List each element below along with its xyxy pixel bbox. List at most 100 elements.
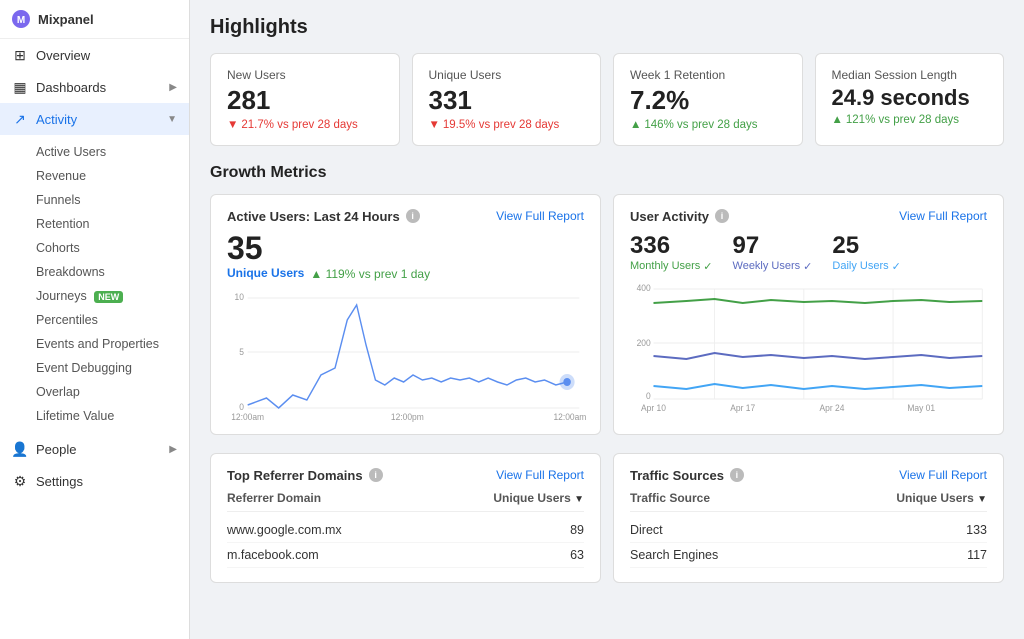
sidebar-sub-active-users[interactable]: Active Users — [36, 140, 189, 164]
highlight-unique-users-trend: ▼ 19.5% vs prev 28 days — [429, 119, 585, 131]
active-users-sub: Unique Users ▲ 119% vs prev 1 day — [227, 266, 584, 282]
activity-submenu: Active Users Revenue Funnels Retention C… — [0, 135, 189, 433]
active-users-trend: ▲ 119% vs prev 1 day — [310, 267, 430, 281]
referrer-row2-domain: m.facebook.com — [227, 548, 319, 562]
referrer-row1-users: 89 — [570, 523, 584, 537]
traffic-title: Traffic Sources — [630, 468, 724, 483]
bottom-row: Top Referrer Domains i View Full Report … — [210, 453, 1004, 583]
svg-text:May 01: May 01 — [907, 402, 935, 412]
trend-arrow-down: ▼ — [227, 119, 238, 131]
ua-daily-value: 25 — [832, 232, 900, 260]
highlight-new-users-label: New Users — [227, 68, 383, 82]
referrer-title: Top Referrer Domains — [227, 468, 363, 483]
referrer-row2-users: 63 — [570, 548, 584, 562]
active-users-view-report[interactable]: View Full Report — [496, 209, 584, 223]
logo: M Mixpanel — [0, 0, 189, 39]
user-activity-chart: 400 200 0 — [630, 281, 987, 411]
highlight-session-label: Median Session Length — [832, 68, 988, 82]
sidebar-item-activity[interactable]: ↗ Activity ▼ — [0, 103, 189, 135]
sidebar: M Mixpanel ⊞ Overview ▦ Dashboards ▶ ↗ A… — [0, 0, 190, 639]
sidebar-item-settings-label: Settings — [36, 474, 83, 489]
sidebar-item-dashboards[interactable]: ▦ Dashboards ▶ — [0, 71, 189, 103]
overview-icon: ⊞ — [12, 47, 28, 63]
traffic-info-icon[interactable]: i — [730, 468, 744, 482]
svg-text:0: 0 — [646, 390, 651, 400]
sidebar-item-settings[interactable]: ⚙ Settings — [0, 465, 189, 497]
trend-arrow-up: ▲ — [630, 119, 641, 131]
sidebar-sub-overlap[interactable]: Overlap — [36, 380, 189, 404]
ua-monthly-label: Monthly Users ✓ — [630, 260, 713, 273]
highlights-row: New Users 281 ▼ 21.7% vs prev 28 days Un… — [210, 53, 1004, 146]
user-activity-info-icon[interactable]: i — [715, 209, 729, 223]
referrer-table-header: Referrer Domain Unique Users ▼ — [227, 491, 584, 512]
svg-text:12:00am: 12:00am — [553, 411, 586, 421]
dashboards-icon: ▦ — [12, 79, 28, 95]
active-users-card: Active Users: Last 24 Hours i View Full … — [210, 194, 601, 435]
active-users-chart: 10 5 0 12:00am 12:00pm 12:00am — [227, 290, 584, 420]
sidebar-sub-revenue[interactable]: Revenue — [36, 164, 189, 188]
referrer-view-report[interactable]: View Full Report — [496, 468, 584, 482]
sidebar-sub-journeys[interactable]: Journeys NEW — [36, 284, 189, 308]
highlight-retention-value: 7.2% — [630, 86, 786, 115]
active-users-title: Active Users: Last 24 Hours — [227, 209, 400, 224]
active-users-info-icon[interactable]: i — [406, 209, 420, 223]
dashboards-chevron: ▶ — [169, 82, 177, 93]
traffic-view-report[interactable]: View Full Report — [899, 468, 987, 482]
trend-arrow-up2: ▲ — [832, 114, 843, 126]
logo-icon: M — [12, 10, 30, 28]
svg-text:200: 200 — [637, 337, 651, 347]
user-activity-stats: 336 Monthly Users ✓ 97 Weekly Users ✓ 25 — [630, 232, 987, 273]
sidebar-item-people-label: People — [36, 442, 76, 457]
traffic-sort-arrow: ▼ — [977, 494, 987, 505]
svg-text:M: M — [17, 15, 25, 26]
referrer-row1-domain: www.google.com.mx — [227, 523, 342, 537]
svg-text:400: 400 — [637, 282, 651, 292]
referrer-info-icon[interactable]: i — [369, 468, 383, 482]
highlight-card-new-users: New Users 281 ▼ 21.7% vs prev 28 days — [210, 53, 400, 146]
traffic-sources-card: Traffic Sources i View Full Report Traff… — [613, 453, 1004, 583]
sidebar-sub-events-properties[interactable]: Events and Properties — [36, 332, 189, 356]
highlight-retention-trend: ▲ 146% vs prev 28 days — [630, 119, 786, 131]
growth-metrics-title: Growth Metrics — [210, 164, 1004, 182]
svg-text:Apr 17: Apr 17 — [730, 402, 755, 412]
sidebar-sub-retention[interactable]: Retention — [36, 212, 189, 236]
activity-icon: ↗ — [12, 111, 28, 127]
sidebar-item-dashboards-label: Dashboards — [36, 80, 106, 95]
referrer-sort-arrow: ▼ — [574, 494, 584, 505]
sidebar-sub-lifetime-value[interactable]: Lifetime Value — [36, 404, 189, 428]
ua-weekly-value: 97 — [733, 232, 813, 260]
sidebar-sub-funnels[interactable]: Funnels — [36, 188, 189, 212]
svg-text:10: 10 — [235, 291, 245, 301]
traffic-header: Traffic Sources i View Full Report — [630, 468, 987, 483]
sidebar-sub-event-debugging[interactable]: Event Debugging — [36, 356, 189, 380]
user-activity-view-report[interactable]: View Full Report — [899, 209, 987, 223]
highlight-card-session-length: Median Session Length 24.9 seconds ▲ 121… — [815, 53, 1005, 146]
highlight-session-trend: ▲ 121% vs prev 28 days — [832, 114, 988, 126]
settings-icon: ⚙ — [12, 473, 28, 489]
sidebar-sub-percentiles[interactable]: Percentiles — [36, 308, 189, 332]
highlight-card-unique-users: Unique Users 331 ▼ 19.5% vs prev 28 days — [412, 53, 602, 146]
people-chevron: ▶ — [169, 444, 177, 455]
sidebar-sub-breakdowns[interactable]: Breakdowns — [36, 260, 189, 284]
svg-text:Apr 10: Apr 10 — [641, 402, 666, 412]
sidebar-item-people[interactable]: 👤 People ▶ — [0, 433, 189, 465]
ua-weekly: 97 Weekly Users ✓ — [733, 232, 813, 273]
sidebar-sub-cohorts[interactable]: Cohorts — [36, 236, 189, 260]
active-users-label: Unique Users — [227, 266, 304, 280]
sidebar-item-overview[interactable]: ⊞ Overview — [0, 39, 189, 71]
people-icon: 👤 — [12, 441, 28, 457]
trend-arrow-down2: ▼ — [429, 119, 440, 131]
traffic-col1-header: Traffic Source — [630, 491, 710, 505]
referrer-col1-header: Referrer Domain — [227, 491, 321, 505]
svg-text:12:00pm: 12:00pm — [391, 411, 424, 421]
activity-chevron: ▼ — [167, 114, 177, 125]
ua-monthly: 336 Monthly Users ✓ — [630, 232, 713, 273]
sidebar-item-overview-label: Overview — [36, 48, 90, 63]
traffic-row2-source: Search Engines — [630, 548, 718, 562]
traffic-row1-source: Direct — [630, 523, 663, 537]
user-activity-header: User Activity i View Full Report — [630, 209, 987, 224]
referrer-col2-header: Unique Users ▼ — [493, 491, 584, 505]
highlight-unique-users-label: Unique Users — [429, 68, 585, 82]
highlight-session-value: 24.9 seconds — [832, 86, 988, 110]
traffic-row2-users: 117 — [967, 548, 987, 562]
